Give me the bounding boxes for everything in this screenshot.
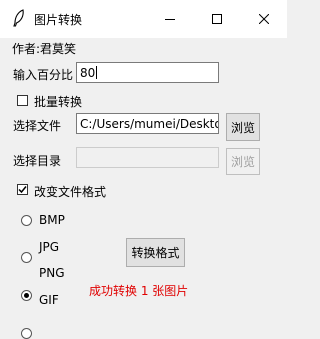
percent-input[interactable]: 80 xyxy=(76,62,219,83)
radio-gif[interactable] xyxy=(21,328,32,339)
batch-label: 批量转换 xyxy=(34,95,83,109)
dir-path-input[interactable] xyxy=(76,147,219,168)
close-icon xyxy=(258,14,269,24)
checkmark-icon xyxy=(18,186,27,194)
file-path-value: C:/Users/mumei/Desktop xyxy=(80,116,219,131)
minimize-icon xyxy=(164,19,175,20)
browse-file-button[interactable]: 浏览 xyxy=(226,113,260,141)
radio-jpg-label: JPG xyxy=(39,240,60,254)
radio-png[interactable] xyxy=(21,290,32,301)
batch-checkbox[interactable] xyxy=(17,95,28,106)
title-bar: 图片转换 xyxy=(0,0,287,38)
radio-bmp-label: BMP xyxy=(39,213,65,227)
status-message: 成功转换 1 张图片 xyxy=(89,284,189,298)
select-dir-label: 选择目录 xyxy=(13,154,62,168)
text-cursor xyxy=(96,66,98,79)
convert-format-button[interactable]: 转换格式 xyxy=(126,238,185,267)
radio-jpg[interactable] xyxy=(21,252,32,263)
select-file-label: 选择文件 xyxy=(13,119,62,133)
maximize-icon xyxy=(211,14,222,24)
browse-dir-button[interactable]: 浏览 xyxy=(226,148,260,175)
window-title: 图片转换 xyxy=(34,13,83,27)
close-button[interactable] xyxy=(240,0,287,38)
feather-icon xyxy=(13,9,24,27)
change-format-label: 改变文件格式 xyxy=(34,185,107,199)
percent-value: 80 xyxy=(80,65,96,80)
radio-bmp[interactable] xyxy=(21,215,32,226)
radio-png-label: PNG xyxy=(39,266,65,280)
author-label: 作者:君莫笑 xyxy=(12,42,77,56)
radio-gif-label: GIF xyxy=(39,293,59,307)
maximize-button[interactable] xyxy=(193,0,240,38)
minimize-button[interactable] xyxy=(146,0,193,38)
file-path-input[interactable]: C:/Users/mumei/Desktop xyxy=(76,113,219,134)
change-format-checkbox[interactable] xyxy=(17,184,28,195)
percent-label: 输入百分比 xyxy=(13,68,74,82)
